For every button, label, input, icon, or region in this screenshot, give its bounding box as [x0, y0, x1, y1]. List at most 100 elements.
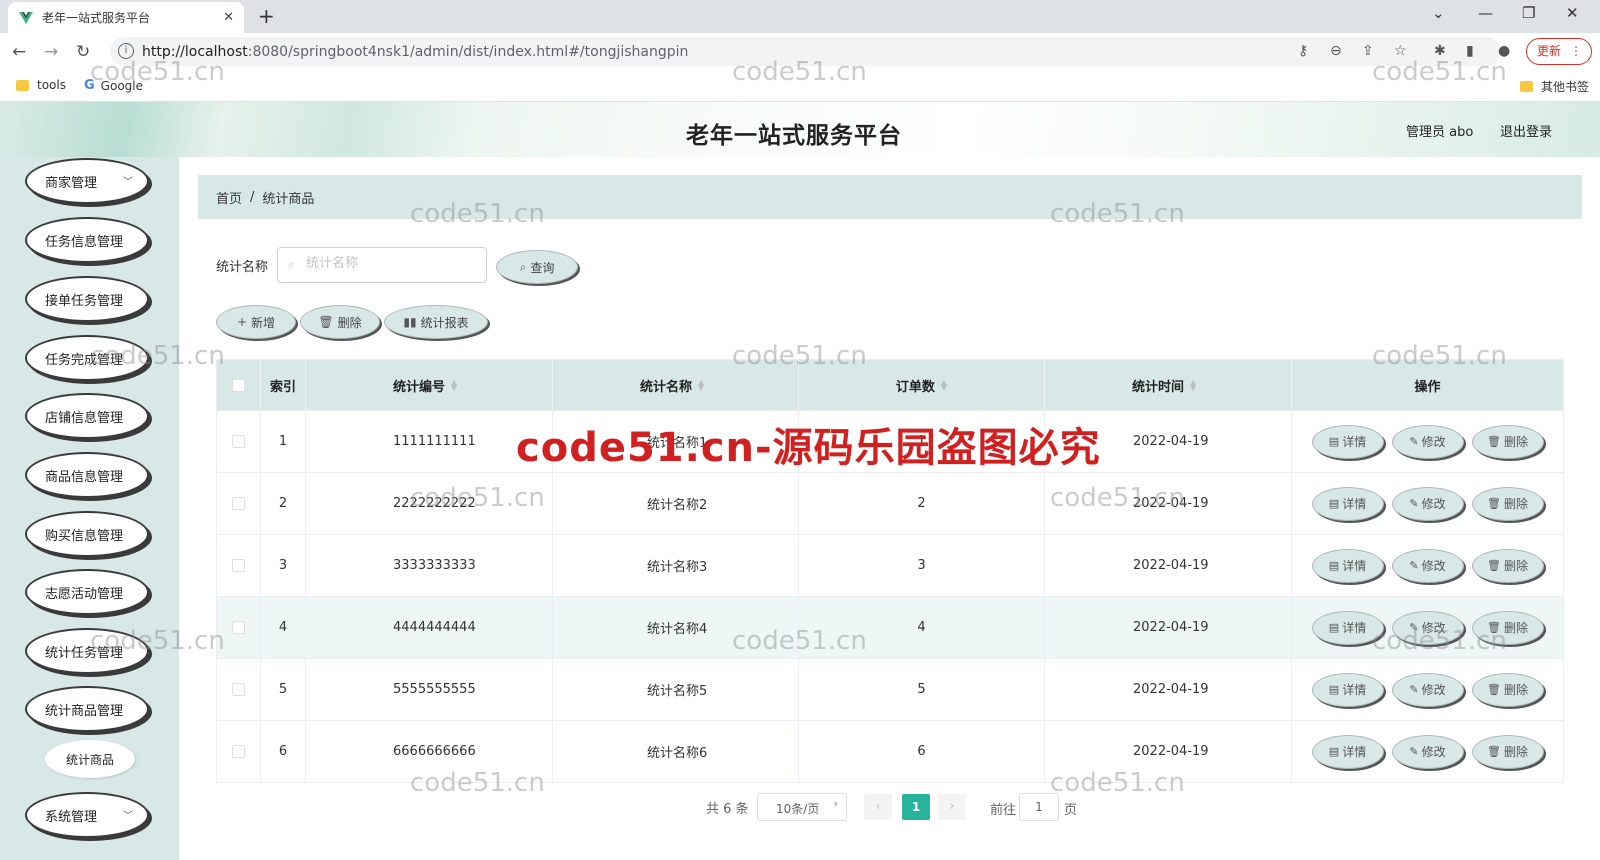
- column-header[interactable]: 订单数 ▲ ▼: [799, 360, 1045, 410]
- table-row: 5 5555555555 统计名称5 5 2022-04-19 ▤ 详情 ✎ 修改 …: [217, 658, 1563, 720]
- column-header: 索引: [261, 360, 306, 410]
- edit-button[interactable]: ✎ 修改: [1391, 672, 1464, 707]
- cell-orders: 5: [799, 659, 1045, 720]
- row-checkbox[interactable]: [232, 559, 245, 572]
- detail-button[interactable]: ▤ 详情: [1311, 548, 1384, 583]
- url-text[interactable]: http://localhost:8080/springboot4nsk1/ad…: [142, 44, 688, 60]
- detail-button[interactable]: ▤ 详情: [1311, 610, 1384, 645]
- share-icon[interactable]: ⇪: [1362, 43, 1374, 59]
- sidebar-item-purchase-info[interactable]: 购买信息管理: [25, 511, 149, 557]
- delete-button[interactable]: 🗑 删除: [1471, 424, 1544, 459]
- row-checkbox[interactable]: [232, 497, 245, 510]
- edit-button[interactable]: ✎ 修改: [1391, 486, 1464, 521]
- row-checkbox[interactable]: [232, 621, 245, 634]
- page-size-select[interactable]: 10条/页 ▾: [757, 793, 847, 821]
- zoom-icon[interactable]: ⊖: [1330, 43, 1342, 59]
- extensions-icon[interactable]: ✱: [1434, 43, 1446, 59]
- prev-page-button[interactable]: ‹: [864, 794, 892, 820]
- cell-code: 1111111111: [306, 411, 553, 472]
- back-icon[interactable]: ←: [12, 42, 26, 62]
- next-page-button[interactable]: ›: [938, 794, 966, 820]
- row-checkbox[interactable]: [232, 683, 245, 696]
- cell-orders: 3: [799, 535, 1045, 596]
- detail-button[interactable]: ▤ 详情: [1311, 672, 1384, 707]
- sidebar-item-stat-tasks[interactable]: 统计任务管理: [25, 628, 149, 674]
- detail-label: 详情: [1342, 621, 1367, 635]
- chevron-down-icon: ▾: [833, 800, 838, 810]
- delete-button[interactable]: 🗑 删除: [1471, 548, 1544, 583]
- url-bar[interactable]: i http://localhost:8080/springboot4nsk1/…: [110, 37, 1500, 66]
- sidebar-item-stat-products[interactable]: 统计商品管理: [25, 686, 149, 732]
- column-header[interactable]: 统计名称 ▲ ▼: [553, 360, 799, 410]
- sidebar-item-task-completion[interactable]: 任务完成管理: [25, 335, 149, 381]
- cell-actions: ▤ 详情 ✎ 修改 🗑 删除: [1292, 535, 1563, 596]
- bookmark-tools[interactable]: tools: [16, 78, 66, 92]
- pagination-total: 共 6 条: [706, 802, 749, 817]
- sort-icon[interactable]: ▲ ▼: [941, 379, 947, 392]
- minimize-icon[interactable]: —: [1478, 4, 1493, 22]
- search-field[interactable]: ⌕: [277, 247, 487, 283]
- logout-link[interactable]: 退出登录: [1500, 121, 1552, 140]
- breadcrumb-home[interactable]: 首页: [216, 188, 242, 207]
- column-label: 操作: [1414, 379, 1441, 395]
- detail-button[interactable]: ▤ 详情: [1311, 734, 1384, 769]
- cell-code: 2222222222: [306, 473, 553, 534]
- edit-icon: ✎: [1409, 559, 1419, 572]
- column-header[interactable]: 统计编号 ▲ ▼: [306, 360, 553, 410]
- add-button[interactable]: + 新增: [216, 305, 296, 339]
- sidebar-item-label: 系统管理: [45, 809, 98, 825]
- bookmark-star-icon[interactable]: ☆: [1394, 43, 1407, 59]
- query-button[interactable]: ⌕ 查询: [496, 250, 578, 284]
- profile-icon[interactable]: ●: [1498, 43, 1510, 59]
- restore-icon[interactable]: ❐: [1522, 4, 1535, 22]
- bulk-delete-button[interactable]: 🗑 删除: [300, 305, 380, 339]
- new-tab-icon[interactable]: +: [258, 4, 275, 28]
- page-number-current[interactable]: 1: [902, 794, 930, 820]
- sidebar-item-task-info[interactable]: 任务信息管理: [25, 217, 149, 263]
- delete-label: 删除: [337, 315, 362, 330]
- row-checkbox[interactable]: [232, 745, 245, 758]
- bookmark-google[interactable]: G Google: [84, 78, 143, 93]
- edit-button[interactable]: ✎ 修改: [1391, 548, 1464, 583]
- close-window-icon[interactable]: ✕: [1566, 4, 1579, 22]
- checkbox[interactable]: [232, 378, 245, 392]
- sort-icon[interactable]: ▲ ▼: [451, 379, 457, 392]
- chevron-down-icon: ﹀: [123, 177, 133, 188]
- search-input[interactable]: [306, 256, 476, 271]
- breadcrumb-current: 统计商品: [262, 191, 315, 207]
- sidebar-item-merchant[interactable]: 商家管理 ﹀: [25, 158, 149, 204]
- edit-button[interactable]: ✎ 修改: [1391, 424, 1464, 459]
- detail-button[interactable]: ▤ 详情: [1311, 486, 1384, 521]
- goto-page-input[interactable]: 1: [1019, 793, 1059, 821]
- delete-button[interactable]: 🗑 删除: [1471, 610, 1544, 645]
- sidebar-item-shop-info[interactable]: 店铺信息管理: [25, 393, 149, 439]
- delete-button[interactable]: 🗑 删除: [1471, 734, 1544, 769]
- detail-button[interactable]: ▤ 详情: [1311, 424, 1384, 459]
- reload-icon[interactable]: ↻: [76, 42, 90, 62]
- side-panel-icon[interactable]: ▮: [1466, 43, 1474, 59]
- delete-button[interactable]: 🗑 删除: [1471, 672, 1544, 707]
- forward-icon[interactable]: →: [44, 42, 58, 62]
- sort-icon[interactable]: ▲ ▼: [1190, 379, 1196, 392]
- column-header[interactable]: 统计时间 ▲ ▼: [1045, 360, 1292, 410]
- header-select-all[interactable]: [217, 360, 261, 410]
- row-checkbox[interactable]: [232, 435, 245, 448]
- key-icon[interactable]: ⚷: [1298, 43, 1308, 59]
- tab-search-icon[interactable]: ⌄: [1432, 4, 1445, 22]
- sidebar-item-product-info[interactable]: 商品信息管理: [25, 452, 149, 498]
- edit-button[interactable]: ✎ 修改: [1391, 734, 1464, 769]
- sort-icon[interactable]: ▲ ▼: [698, 379, 704, 392]
- delete-button[interactable]: 🗑 删除: [1471, 486, 1544, 521]
- cell-code: 5555555555: [306, 659, 553, 720]
- update-button[interactable]: 更新 ⋮: [1526, 38, 1592, 65]
- sidebar-subitem-stat-products[interactable]: 统计商品: [45, 740, 135, 778]
- sidebar-item-accepted-tasks[interactable]: 接单任务管理: [25, 276, 149, 322]
- sidebar-item-volunteer[interactable]: 志愿活动管理: [25, 569, 149, 615]
- sidebar-item-system[interactable]: 系统管理 ﹀: [25, 792, 149, 838]
- report-button[interactable]: ▮▮ 统计报表: [384, 305, 488, 339]
- site-info-icon[interactable]: i: [118, 43, 134, 59]
- tab-close-icon[interactable]: ✕: [223, 10, 234, 25]
- edit-button[interactable]: ✎ 修改: [1391, 610, 1464, 645]
- browser-tab[interactable]: 老年一站式服务平台 ✕: [8, 2, 244, 33]
- other-bookmarks[interactable]: 其他书签: [1520, 78, 1589, 95]
